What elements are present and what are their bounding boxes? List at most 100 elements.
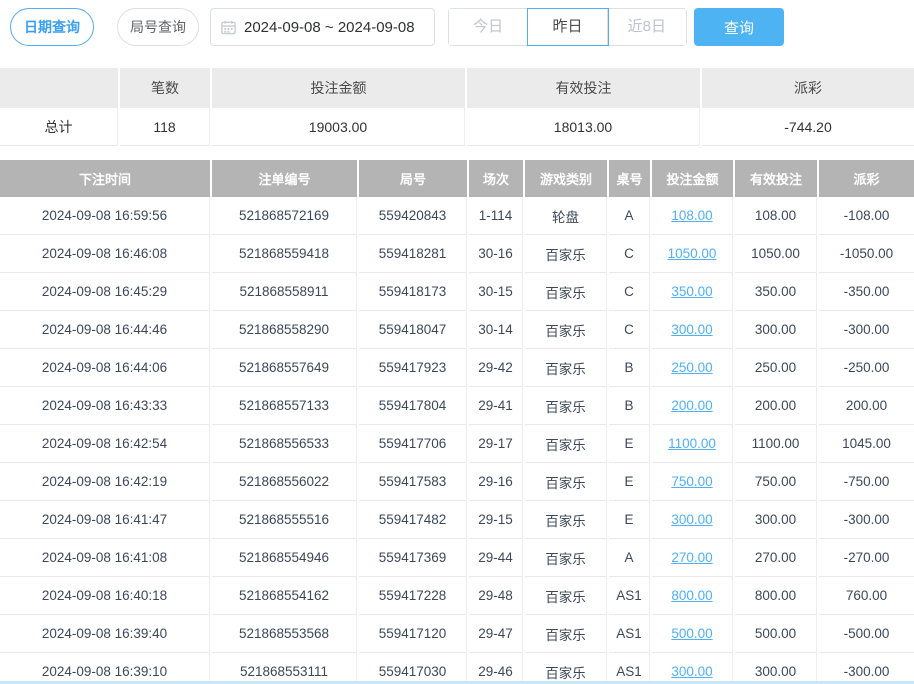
cell-payout: -270.00 [819,539,914,577]
cell-order-no: 521868556533 [212,425,357,463]
header-game-type: 游戏类别 [525,160,607,197]
bet-amount-link[interactable]: 1100.00 [668,436,716,451]
cell-session: 29-15 [469,501,523,539]
table-row: 2024-09-08 16:44:46 521868558290 5594180… [0,311,914,349]
summary-total-payout: -744.20 [702,108,914,146]
search-button[interactable]: 查询 [694,8,784,46]
table-row: 2024-09-08 16:42:54 521868556533 5594177… [0,425,914,463]
filter-yesterday[interactable]: 昨日 [528,9,607,45]
cell-bet-amount: 800.00 [652,577,733,615]
summary-total-bet-amount: 19003.00 [212,108,465,146]
cell-table-no: B [609,387,650,425]
cell-game-type: 百家乐 [525,653,607,684]
table-row: 2024-09-08 16:46:08 521868559418 5594182… [0,235,914,273]
records-table: 下注时间 注单编号 局号 场次 游戏类别 桌号 投注金额 有效投注 派彩 202… [0,160,914,684]
cell-bet-time: 2024-09-08 16:41:08 [0,539,210,577]
cell-order-no: 521868555516 [212,501,357,539]
cell-payout: 200.00 [819,387,914,425]
cell-round-no: 559418281 [359,235,467,273]
cell-bet-time: 2024-09-08 16:42:54 [0,425,210,463]
summary-header-payout: 派彩 [702,68,914,108]
cell-game-type: 百家乐 [525,463,607,501]
summary-table: 笔数 投注金额 有效投注 派彩 总计 118 19003.00 18013.00… [0,68,914,146]
bet-amount-link[interactable]: 500.00 [671,626,712,641]
filter-today[interactable]: 今日 [449,9,528,45]
cell-valid-bet: 500.00 [735,615,817,653]
cell-session: 29-16 [469,463,523,501]
round-query-tab[interactable]: 局号查询 [117,8,199,46]
cell-round-no: 559418173 [359,273,467,311]
summary-header-valid-bet: 有效投注 [467,68,700,108]
cell-game-type: 百家乐 [525,273,607,311]
bet-amount-link[interactable]: 800.00 [671,588,712,603]
header-order-no: 注单编号 [212,160,357,197]
bet-amount-link[interactable]: 750.00 [671,474,712,489]
cell-session: 29-44 [469,539,523,577]
cell-session: 30-14 [469,311,523,349]
cell-order-no: 521868557649 [212,349,357,387]
cell-bet-amount: 1050.00 [652,235,733,273]
cell-bet-amount: 1100.00 [652,425,733,463]
cell-table-no: B [609,349,650,387]
header-bet-time: 下注时间 [0,160,210,197]
cell-bet-time: 2024-09-08 16:44:46 [0,311,210,349]
cell-table-no: E [609,425,650,463]
cell-game-type: 百家乐 [525,615,607,653]
cell-game-type: 百家乐 [525,539,607,577]
cell-order-no: 521868556022 [212,463,357,501]
cell-round-no: 559417120 [359,615,467,653]
cell-bet-time: 2024-09-08 16:46:08 [0,235,210,273]
bet-amount-link[interactable]: 1050.00 [668,246,717,261]
bet-amount-link[interactable]: 300.00 [671,664,712,679]
cell-payout: 760.00 [819,577,914,615]
bet-amount-link[interactable]: 108.00 [671,208,712,223]
cell-bet-time: 2024-09-08 16:39:40 [0,615,210,653]
cell-bet-amount: 500.00 [652,615,733,653]
cell-session: 30-16 [469,235,523,273]
cell-round-no: 559417369 [359,539,467,577]
records-body: 2024-09-08 16:59:56 521868572169 5594208… [0,197,914,684]
calendar-icon [221,20,236,35]
cell-payout: -300.00 [819,653,914,684]
date-range-value: 2024-09-08 ~ 2024-09-08 [244,19,415,36]
cell-table-no: AS1 [609,577,650,615]
cell-session: 29-41 [469,387,523,425]
cell-session: 1-114 [469,197,523,235]
bet-amount-link[interactable]: 200.00 [671,398,712,413]
records-header-row: 下注时间 注单编号 局号 场次 游戏类别 桌号 投注金额 有效投注 派彩 [0,160,914,197]
summary-total-valid-bet: 18013.00 [467,108,700,146]
cell-bet-amount: 750.00 [652,463,733,501]
bet-amount-link[interactable]: 250.00 [671,360,712,375]
date-query-tab[interactable]: 日期查询 [10,8,94,46]
bet-amount-link[interactable]: 270.00 [671,550,712,565]
cell-bet-time: 2024-09-08 16:59:56 [0,197,210,235]
cell-table-no: E [609,463,650,501]
cell-table-no: C [609,273,650,311]
toolbar: 日期查询 局号查询 2024-09-08 ~ 2024-09-08 今日 昨日 … [0,0,914,54]
filter-last8days[interactable]: 近8日 [608,9,686,45]
cell-round-no: 559417583 [359,463,467,501]
cell-payout: -1050.00 [819,235,914,273]
bet-amount-link[interactable]: 300.00 [671,512,712,527]
cell-bet-time: 2024-09-08 16:42:19 [0,463,210,501]
cell-session: 29-46 [469,653,523,684]
date-range-input[interactable]: 2024-09-08 ~ 2024-09-08 [210,8,435,46]
cell-game-type: 百家乐 [525,501,607,539]
cell-bet-amount: 300.00 [652,501,733,539]
bet-amount-link[interactable]: 350.00 [671,284,712,299]
cell-table-no: C [609,311,650,349]
cell-order-no: 521868559418 [212,235,357,273]
bet-amount-link[interactable]: 300.00 [671,322,712,337]
header-session: 场次 [469,160,523,197]
cell-order-no: 521868553111 [212,653,357,684]
cell-valid-bet: 250.00 [735,349,817,387]
cell-round-no: 559417228 [359,577,467,615]
cell-valid-bet: 750.00 [735,463,817,501]
cell-payout: -300.00 [819,501,914,539]
cell-session: 29-47 [469,615,523,653]
summary-total-label: 总计 [0,108,118,146]
table-row: 2024-09-08 16:40:18 521868554162 5594172… [0,577,914,615]
cell-table-no: A [609,197,650,235]
cell-payout: -300.00 [819,311,914,349]
cell-session: 29-17 [469,425,523,463]
